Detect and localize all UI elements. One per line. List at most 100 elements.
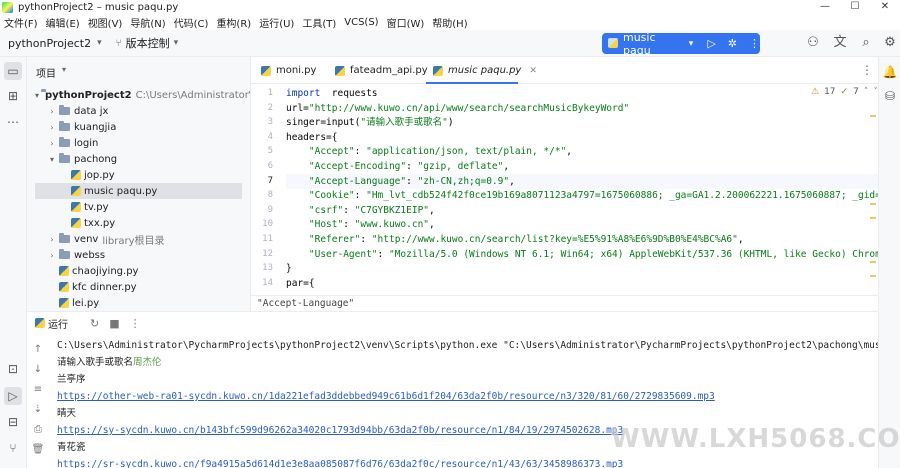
console-link[interactable]: https://sr-sycdn.kuwo.cn/f9a4915a5d614d1…: [57, 456, 623, 468]
chevron-right-icon[interactable]: ›: [47, 251, 57, 260]
code-line: "csrf": "C7GYBKZ1EIP",: [286, 203, 435, 218]
code-token: "Hm_lvt_cdb524f42f0ce19b169a8071123a4797…: [366, 190, 879, 202]
code-area[interactable]: import requests url="http://www.kuwo.cn/a…: [286, 84, 879, 295]
chevron-right-icon[interactable]: ›: [47, 107, 57, 116]
tree-item-pythonproject2[interactable]: ▾ pythonProject2C:\Users\Administrator\Py…: [35, 87, 250, 103]
more-tools-icon[interactable]: ⋯: [4, 113, 22, 131]
chevron-down-icon[interactable]: ▾: [35, 91, 39, 100]
menu-item[interactable]: 窗口(W): [383, 15, 429, 30]
rerun-icon[interactable]: ↻: [90, 317, 99, 330]
tree-item-jop-py[interactable]: jop.py: [35, 167, 242, 183]
menu-item[interactable]: 编辑(E): [42, 15, 84, 30]
run-config-selector[interactable]: music paqu: [623, 31, 684, 57]
code-line: url="http://www.kuwo.cn/api/www/search/s…: [286, 101, 629, 116]
line-number-gutter: 1 2 3 4 5 6 7 8 9 10 11 12 13 14: [251, 84, 284, 295]
menu-item[interactable]: 工具(T): [298, 15, 340, 30]
menu-item[interactable]: 运行(U): [255, 15, 298, 30]
code-line: singer=input("请输入歌手或歌名"): [286, 115, 454, 130]
git-icon[interactable]: ⑂: [4, 439, 22, 457]
tree-item-venv[interactable]: › venv library根目录: [35, 231, 242, 247]
chevron-right-icon[interactable]: ›: [47, 139, 57, 148]
tree-item-tv-py[interactable]: tv.py: [35, 199, 242, 215]
tab-fateadm-api[interactable]: fateadm_api.py: [333, 57, 428, 84]
project-panel-header[interactable]: 项目 ▾: [36, 65, 66, 80]
editor-breadcrumb[interactable]: "Accept-Language": [251, 295, 879, 311]
more-icon[interactable]: ⋮: [749, 37, 760, 50]
tree-item-lei-py[interactable]: lei.py: [35, 295, 242, 311]
tree-item-kuangjia[interactable]: › kuangjia: [35, 119, 242, 135]
run-tab-label[interactable]: 运行: [48, 316, 68, 331]
tree-item-music-paqu-py[interactable]: music paqu.py: [35, 183, 242, 199]
settings-icon[interactable]: ⚙: [882, 35, 898, 51]
tree-item-data-jx[interactable]: › data jx: [35, 103, 242, 119]
chevron-down-icon[interactable]: ▾: [689, 39, 694, 49]
debug-icon[interactable]: ✲: [728, 37, 737, 50]
tab-options-icon[interactable]: ⋮: [861, 63, 873, 77]
tree-item-txx-py[interactable]: txx.py: [35, 215, 242, 231]
code-line: "Accept-Encoding": "gzip, deflate",: [286, 159, 509, 174]
code-token: "Mozilla/5.0 (Windows NT 6.1; Win64; x64…: [388, 248, 879, 260]
menu-item[interactable]: 导航(N): [126, 15, 169, 30]
translate-icon[interactable]: 文: [832, 35, 848, 51]
code-token: "C7GYBKZ1EIP": [354, 204, 430, 216]
menu-item[interactable]: 重构(R): [212, 15, 255, 30]
console-link[interactable]: https://sy-sycdn.kuwo.cn/b143bfc599d9626…: [57, 422, 623, 439]
tree-item-label: txx.py: [84, 217, 116, 229]
project-switcher[interactable]: pythonProject2: [8, 37, 91, 50]
chevron-down-icon[interactable]: ▾: [47, 155, 57, 164]
tree-item-webss[interactable]: › webss: [35, 247, 242, 263]
database-icon[interactable]: ⛁: [881, 87, 899, 105]
structure-tool-icon[interactable]: ⊞: [4, 87, 22, 105]
add-user-icon[interactable]: ⚇: [805, 35, 821, 51]
menu-item[interactable]: 视图(V): [84, 15, 127, 30]
vcs-widget[interactable]: ⑂ 版本控制 ▾: [116, 35, 179, 51]
soft-wrap-icon[interactable]: ≡: [31, 383, 45, 397]
python-file-icon: [59, 282, 69, 292]
chevron-down-icon[interactable]: ▾: [97, 38, 102, 48]
vcs-label: 版本控制: [125, 37, 170, 50]
tree-item-pachong[interactable]: ▾ pachong: [35, 151, 242, 167]
console-user-input: 周杰伦: [133, 357, 162, 368]
arrow-down-icon[interactable]: ↓: [31, 363, 45, 377]
tree-item-kfc-dinner-py[interactable]: kfc dinner.py: [35, 279, 242, 295]
line-number: 5: [267, 146, 273, 157]
maximize-button[interactable]: ☐: [840, 0, 870, 14]
print-icon[interactable]: ⎙: [31, 423, 45, 437]
inspection-widget[interactable]: ⚠ 17 ✓ 7 ˄ ˅: [811, 87, 878, 97]
menu-item[interactable]: VCS(S): [340, 17, 382, 28]
menu-item[interactable]: 文件(F): [0, 15, 42, 30]
tab-music-paqu[interactable]: music paqu.py ✕: [431, 57, 537, 84]
run-tool-icon[interactable]: ▷: [4, 387, 22, 405]
scroll-marker: [870, 115, 876, 117]
chevron-up-icon[interactable]: ˄: [864, 87, 869, 97]
notifications-icon[interactable]: 🔔: [881, 63, 899, 81]
run-actions-bar: ↑ ↓ ≡ ⇣ ⎙ 🗑: [27, 335, 49, 468]
chevron-right-icon[interactable]: ›: [47, 235, 57, 244]
more-icon[interactable]: ⋮: [130, 317, 141, 330]
stop-icon[interactable]: ■: [109, 317, 119, 330]
close-button[interactable]: ✕: [870, 0, 900, 14]
scroll-to-end-icon[interactable]: ⇣: [31, 403, 45, 417]
console-link[interactable]: https://other-web-ra01-sycdn.kuwo.cn/1da…: [57, 388, 715, 405]
chevron-down-icon: ▾: [62, 65, 67, 74]
python-console-icon[interactable]: ⊡: [4, 360, 22, 378]
code-token: "Accept-Encoding": [308, 161, 407, 172]
menu-item[interactable]: 帮助(H): [428, 15, 471, 30]
folder-icon: [59, 233, 70, 243]
menu-item[interactable]: 代码(C): [170, 15, 213, 30]
tree-item-chaojiying-py[interactable]: chaojiying.py: [35, 263, 242, 279]
tree-item-login[interactable]: › login: [35, 135, 242, 151]
close-tab-icon[interactable]: ✕: [529, 66, 537, 76]
chevron-right-icon[interactable]: ›: [47, 123, 57, 132]
run-icon[interactable]: ▷: [707, 37, 715, 50]
code-line: par={: [286, 276, 315, 291]
project-tool-icon[interactable]: ▭: [4, 62, 22, 80]
trash-icon[interactable]: 🗑: [31, 443, 45, 457]
run-widget[interactable]: music paqu ▾ ▷ ✲ ⋮: [602, 31, 760, 57]
code-token: par={: [286, 277, 315, 289]
minimize-button[interactable]: —: [810, 0, 840, 14]
tab-moni[interactable]: moni.py: [259, 57, 316, 84]
search-icon[interactable]: ⌕: [858, 35, 874, 51]
arrow-up-icon[interactable]: ↑: [31, 343, 45, 357]
terminal-icon[interactable]: ⊟: [4, 413, 22, 431]
